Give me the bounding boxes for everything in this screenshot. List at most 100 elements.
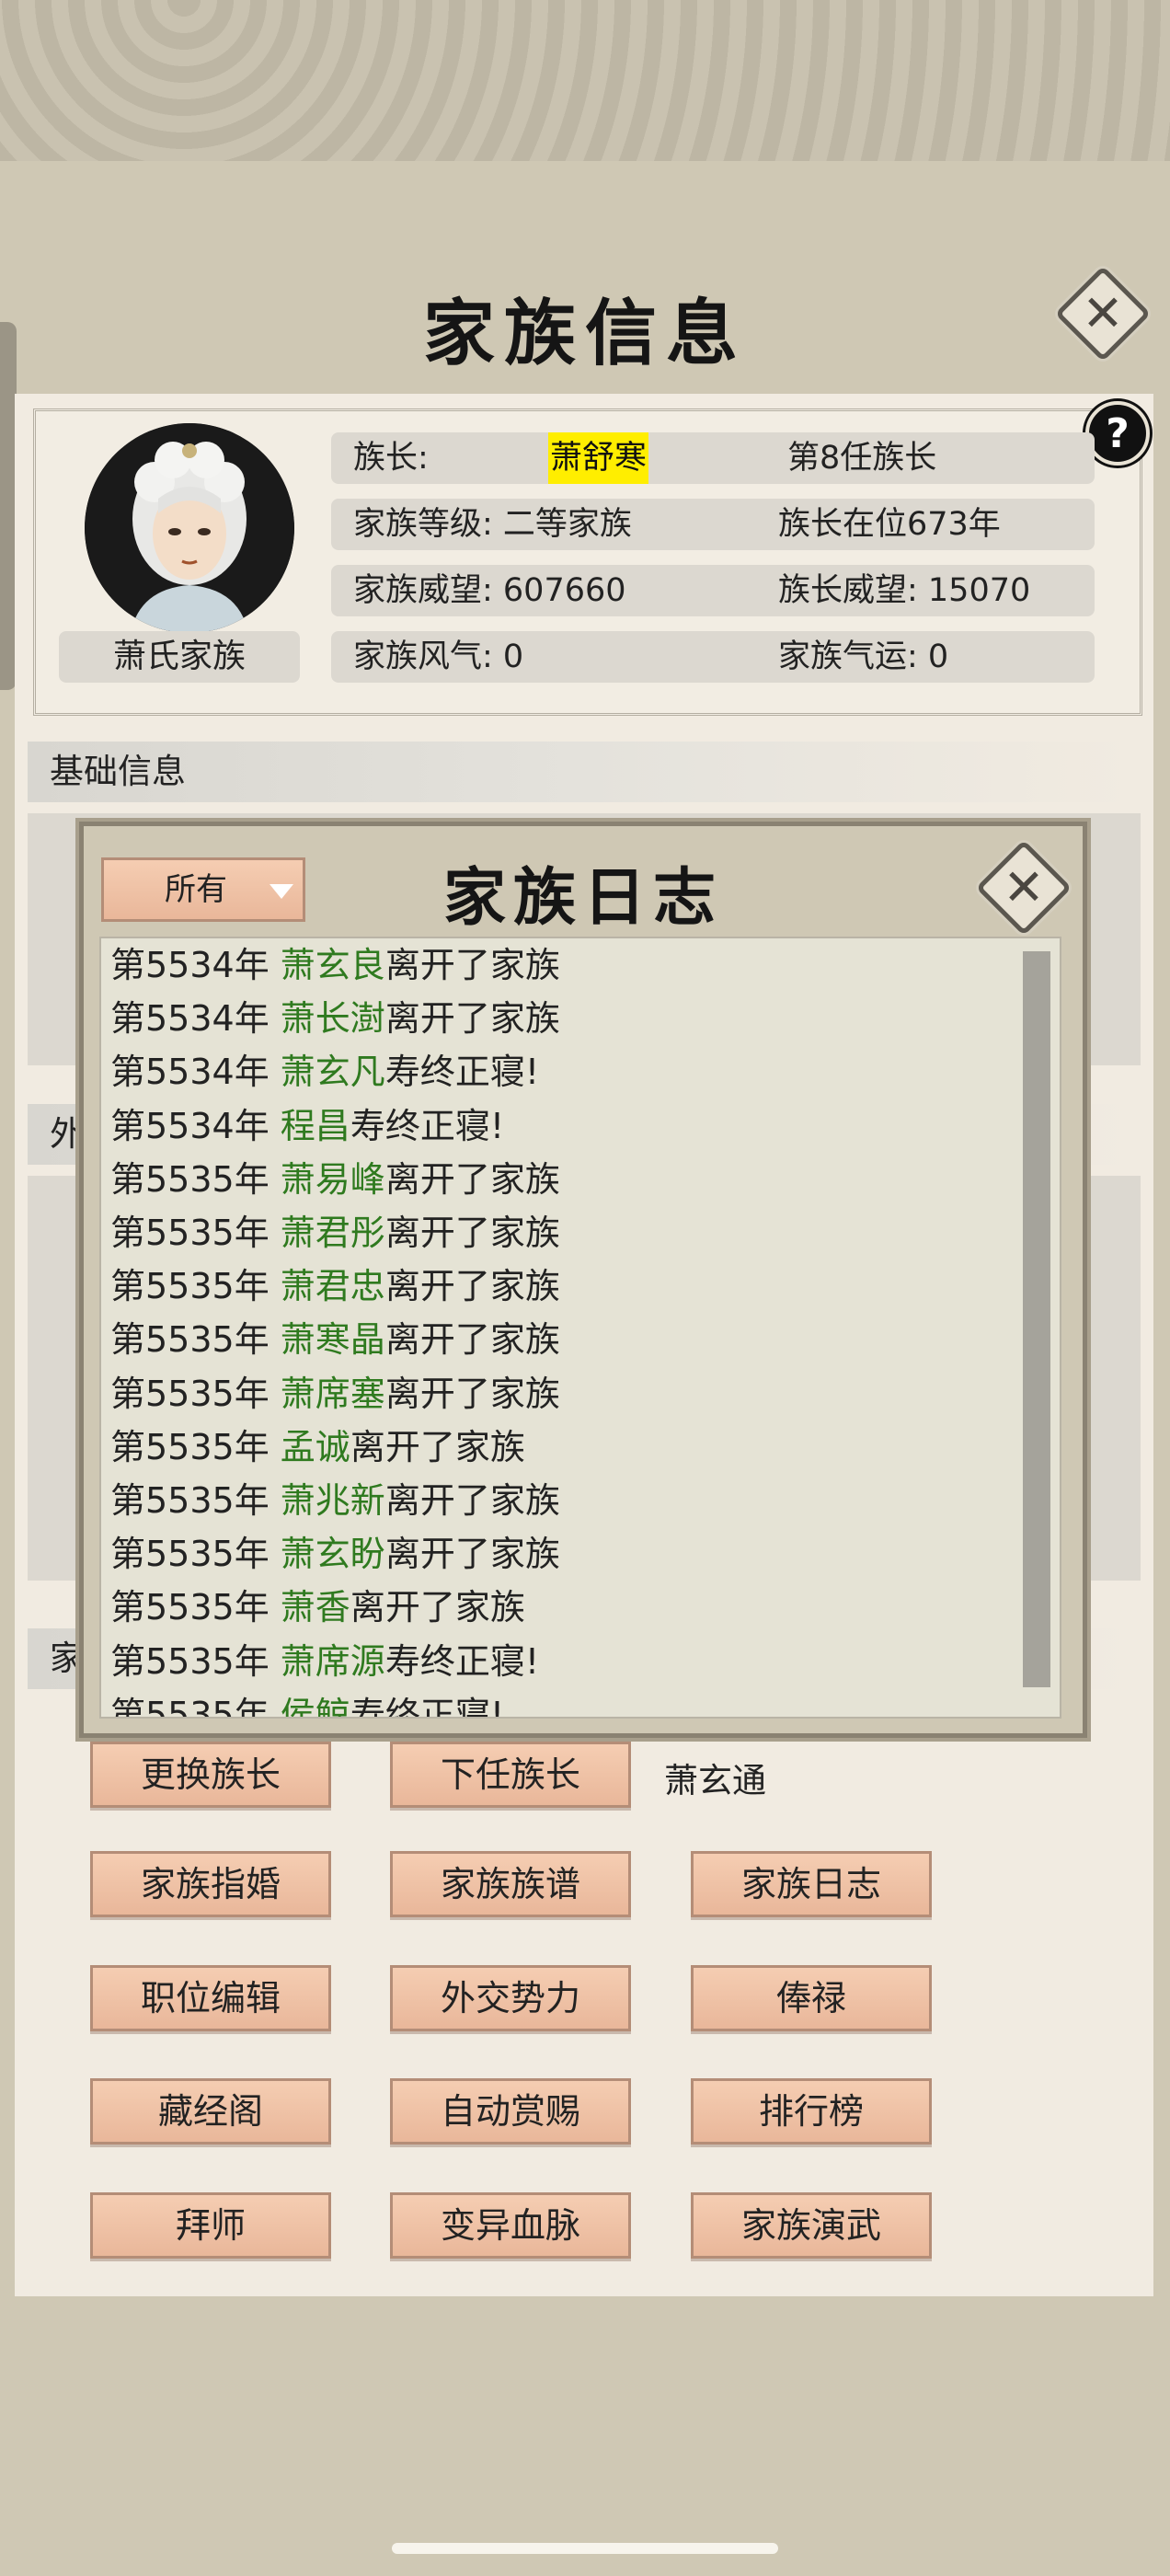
change-leader-button[interactable]: 更换族长 xyxy=(90,1742,331,1808)
log-event: 离开了家族 xyxy=(384,1158,560,1200)
log-entry: 第5535年 萧席源寿终正寝! xyxy=(110,1635,539,1688)
martial-button[interactable]: 家族演武 xyxy=(691,2192,932,2259)
log-member-name[interactable]: 萧易峰 xyxy=(281,1159,385,1200)
log-year: 第5535年 xyxy=(110,1534,281,1575)
clan-level: 家族等级: 二等家族 xyxy=(353,506,632,543)
log-entry: 第5534年 萧长澍离开了家族 xyxy=(110,992,560,1045)
next-leader-button[interactable]: 下任族长 xyxy=(390,1742,631,1808)
log-entry: 第5535年 萧香离开了家族 xyxy=(110,1581,525,1634)
log-member-name[interactable]: 萧兆新 xyxy=(281,1480,385,1521)
clan-level-row: 家族等级: 二等家族 族长在位673年 xyxy=(331,499,1095,550)
log-entry: 第5535年 萧君忠离开了家族 xyxy=(110,1259,560,1313)
leader-portrait-icon xyxy=(85,423,294,633)
log-year: 第5535年 xyxy=(110,1373,281,1414)
log-member-name[interactable]: 萧君忠 xyxy=(281,1266,385,1306)
log-member-name[interactable]: 萧寒晶 xyxy=(281,1319,385,1360)
log-year: 第5535年 xyxy=(110,1480,281,1521)
log-member-name[interactable]: 侯鲸 xyxy=(281,1695,350,1717)
log-event: 离开了家族 xyxy=(384,1373,560,1414)
clan-fortune: 家族气运: 0 xyxy=(778,638,949,675)
log-member-name[interactable]: 萧玄凡 xyxy=(281,1052,385,1092)
log-event: 寿终正寝! xyxy=(350,1694,505,1719)
log-event: 离开了家族 xyxy=(384,1319,560,1361)
log-member-name[interactable]: 程昌 xyxy=(281,1106,350,1146)
log-year: 第5534年 xyxy=(110,998,281,1040)
leader-row: 族长: 萧舒寒 第8任族长 xyxy=(331,432,1095,484)
genealogy-button[interactable]: 家族族谱 xyxy=(390,1851,631,1917)
page-title: 家族信息 xyxy=(422,292,747,375)
section-basic-info: 基础信息 xyxy=(28,742,1131,802)
log-entry: 第5535年 萧易峰离开了家族 xyxy=(110,1153,560,1206)
log-year: 第5534年 xyxy=(110,945,281,985)
bloodline-button[interactable]: 变异血脉 xyxy=(390,2192,631,2259)
clan-ethos: 家族风气: 0 xyxy=(353,638,524,675)
log-list[interactable]: 第5534年 萧玄良离开了家族 第5534年 萧长澍离开了家族 第5534年 萧玄凡… xyxy=(99,937,1061,1719)
clan-log-button[interactable]: 家族日志 xyxy=(691,1851,932,1917)
top-decoration xyxy=(0,0,1170,167)
log-member-name[interactable]: 萧香 xyxy=(281,1587,350,1627)
close-button[interactable]: ✕ xyxy=(1054,265,1152,362)
log-entry: 第5534年 萧玄良离开了家族 xyxy=(110,938,560,992)
log-year: 第5534年 xyxy=(110,1105,281,1146)
salary-button[interactable]: 俸禄 xyxy=(691,1965,932,2031)
apprentice-button[interactable]: 拜师 xyxy=(90,2192,331,2259)
leader-name[interactable]: 萧舒寒 xyxy=(548,432,649,484)
ethos-row: 家族风气: 0 家族气运: 0 xyxy=(331,631,1095,683)
log-member-name[interactable]: 孟诚 xyxy=(281,1427,350,1467)
next-leader-name: 萧玄通 xyxy=(664,1761,766,1800)
log-event: 寿终正寝! xyxy=(384,1052,540,1093)
leaderboard-button[interactable]: 排行榜 xyxy=(691,2078,932,2145)
log-event: 离开了家族 xyxy=(384,1480,560,1521)
log-year: 第5535年 xyxy=(110,1426,281,1467)
position-edit-button[interactable]: 职位编辑 xyxy=(90,1965,331,2031)
diplomacy-button[interactable]: 外交势力 xyxy=(390,1965,631,2031)
log-year: 第5535年 xyxy=(110,1158,281,1200)
leader-term: 第8任族长 xyxy=(787,440,937,477)
log-year: 第5535年 xyxy=(110,1694,281,1719)
help-button[interactable]: ? xyxy=(1085,401,1150,466)
home-indicator[interactable] xyxy=(392,2543,778,2554)
log-year: 第5534年 xyxy=(110,1052,281,1093)
log-event: 离开了家族 xyxy=(384,1266,560,1307)
log-entry: 第5535年 萧兆新离开了家族 xyxy=(110,1474,560,1527)
log-year: 第5535年 xyxy=(110,1266,281,1307)
log-event: 离开了家族 xyxy=(384,1213,560,1253)
leader-label: 族长: xyxy=(353,440,429,477)
log-event: 离开了家族 xyxy=(350,1426,525,1467)
log-entry: 第5535年 萧君彤离开了家族 xyxy=(110,1206,560,1259)
log-scrollbar[interactable] xyxy=(1023,951,1050,1687)
leader-prestige: 族长威望: 15070 xyxy=(778,572,1031,609)
log-entry: 第5535年 萧席塞离开了家族 xyxy=(110,1367,560,1420)
clan-name: 萧氏家族 xyxy=(59,631,300,683)
log-member-name[interactable]: 萧席源 xyxy=(281,1641,385,1682)
log-event: 寿终正寝! xyxy=(384,1640,540,1682)
log-modal-title: 家族日志 xyxy=(442,861,723,935)
log-event: 离开了家族 xyxy=(350,1587,525,1628)
leader-tenure: 族长在位673年 xyxy=(778,506,1001,543)
log-entry: 第5535年 侯鲸寿终正寝! xyxy=(110,1688,505,1719)
log-event: 离开了家族 xyxy=(384,998,560,1040)
clan-prestige: 家族威望: 607660 xyxy=(353,572,626,609)
close-icon: ✕ xyxy=(1003,858,1045,916)
log-year: 第5535年 xyxy=(110,1640,281,1682)
log-member-name[interactable]: 萧玄良 xyxy=(281,945,385,985)
log-member-name[interactable]: 萧玄盼 xyxy=(281,1534,385,1574)
marriage-button[interactable]: 家族指婚 xyxy=(90,1851,331,1917)
log-entry: 第5535年 萧玄盼离开了家族 xyxy=(110,1527,560,1581)
log-member-name[interactable]: 萧君彤 xyxy=(281,1213,385,1253)
log-year: 第5535年 xyxy=(110,1213,281,1253)
log-member-name[interactable]: 萧席塞 xyxy=(281,1374,385,1414)
log-event: 离开了家族 xyxy=(384,1534,560,1575)
log-entry: 第5535年 孟诚离开了家族 xyxy=(110,1420,525,1474)
close-icon: ✕ xyxy=(1082,284,1124,342)
library-button[interactable]: 藏经阁 xyxy=(90,2078,331,2145)
log-event: 离开了家族 xyxy=(384,945,560,985)
log-year: 第5535年 xyxy=(110,1319,281,1361)
log-event: 寿终正寝! xyxy=(350,1105,505,1146)
log-close-button[interactable]: ✕ xyxy=(975,839,1072,937)
leader-avatar[interactable] xyxy=(85,423,294,633)
prestige-row: 家族威望: 607660 族长威望: 15070 xyxy=(331,565,1095,616)
log-member-name[interactable]: 萧长澍 xyxy=(281,998,385,1039)
log-year: 第5535年 xyxy=(110,1587,281,1628)
auto-reward-button[interactable]: 自动赏赐 xyxy=(390,2078,631,2145)
